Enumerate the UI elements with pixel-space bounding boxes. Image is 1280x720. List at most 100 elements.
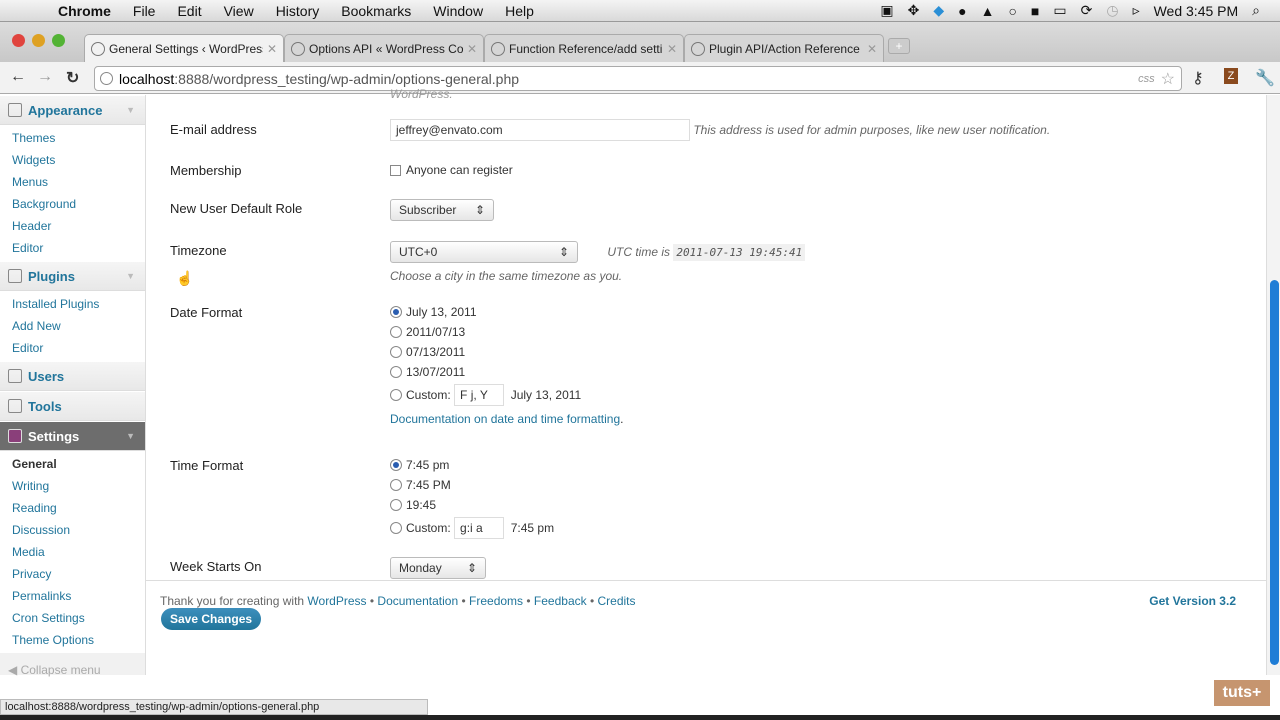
truck-icon[interactable]: ■ [1031, 3, 1039, 19]
feedback-link[interactable]: Feedback [534, 594, 587, 608]
date-format-option[interactable]: 13/07/2011 [390, 362, 623, 382]
key-icon[interactable]: ⚷ [1192, 68, 1204, 88]
zoom-window-icon[interactable] [52, 34, 65, 47]
custom-time-input[interactable]: g:i a [454, 517, 505, 539]
extension-icon[interactable]: Z [1224, 68, 1238, 84]
week-starts-select[interactable]: Monday ⇕ [390, 557, 486, 579]
timezone-select[interactable]: UTC+0 ⇕ [390, 241, 578, 263]
chevron-down-icon[interactable]: ▼ [126, 271, 135, 281]
spotlight-icon[interactable]: ⌕ [1252, 2, 1260, 19]
submenu-menus[interactable]: Menus [0, 171, 145, 193]
submenu-background[interactable]: Background [0, 193, 145, 215]
menu-help[interactable]: Help [505, 3, 534, 19]
custom-date-input[interactable]: F j, Y [454, 384, 505, 406]
dropbox-icon[interactable]: ◆ [933, 2, 944, 19]
submenu-general[interactable]: General [0, 453, 145, 475]
css-extension-badge[interactable]: css [1138, 73, 1155, 85]
submenu-plugin-editor[interactable]: Editor [0, 337, 145, 359]
submenu-discussion[interactable]: Discussion [0, 519, 145, 541]
menu-view[interactable]: View [224, 3, 254, 19]
tab-function-reference[interactable]: Function Reference/add settings ✕ [484, 34, 684, 62]
radio-button[interactable] [390, 499, 402, 511]
radio-button[interactable] [390, 326, 402, 338]
address-bar[interactable]: localhost:8888/wordpress_testing/wp-admi… [94, 66, 1182, 91]
close-window-icon[interactable] [12, 34, 25, 47]
radio-button[interactable] [390, 479, 402, 491]
chevron-down-icon[interactable]: ▼ [126, 105, 135, 115]
close-tab-icon[interactable]: ✕ [267, 42, 277, 56]
time-format-option[interactable]: 7:45 pm [390, 455, 554, 475]
menu-file[interactable]: File [133, 3, 156, 19]
menu-settings[interactable]: Settings ▼ [0, 421, 145, 451]
radio-button[interactable] [390, 366, 402, 378]
close-tab-icon[interactable]: ✕ [867, 42, 877, 56]
menu-plugins[interactable]: Plugins ▼ [0, 261, 145, 291]
get-version-link[interactable]: Get Version 3.2 [1149, 594, 1236, 608]
menu-appearance[interactable]: Appearance ▼ [0, 95, 145, 125]
sync-icon[interactable]: ⟳ [1081, 2, 1093, 19]
radio-button[interactable] [390, 306, 402, 318]
clock[interactable]: Wed 3:45 PM [1154, 3, 1239, 19]
tab-options-api[interactable]: Options API « WordPress Codex ✕ [284, 34, 484, 62]
camera-icon[interactable]: ▣ [880, 2, 893, 19]
anyone-can-register-checkbox[interactable] [390, 164, 401, 176]
radio-button[interactable] [390, 459, 402, 471]
submenu-reading[interactable]: Reading [0, 497, 145, 519]
date-format-option[interactable]: July 13, 2011 [390, 302, 623, 322]
credits-link[interactable]: Credits [598, 594, 636, 608]
date-format-custom[interactable]: Custom: F j, Y July 13, 2011 [390, 382, 623, 408]
volume-icon[interactable]: ▹ [1133, 2, 1140, 19]
menu-edit[interactable]: Edit [177, 3, 201, 19]
submenu-widgets[interactable]: Widgets [0, 149, 145, 171]
status-icon[interactable]: ● [958, 3, 966, 19]
submenu-writing[interactable]: Writing [0, 475, 145, 497]
submenu-editor[interactable]: Editor [0, 237, 145, 259]
back-icon[interactable]: ← [10, 68, 26, 86]
submenu-cron-settings[interactable]: Cron Settings [0, 607, 145, 629]
submenu-themes[interactable]: Themes [0, 127, 145, 149]
radio-button[interactable] [390, 346, 402, 358]
chevron-down-icon[interactable]: ▼ [126, 431, 135, 441]
date-format-option[interactable]: 2011/07/13 [390, 322, 623, 342]
email-input[interactable]: jeffrey@envato.com [390, 119, 690, 141]
move-icon[interactable]: ✥ [908, 2, 920, 19]
menu-bookmarks[interactable]: Bookmarks [341, 3, 411, 19]
close-tab-icon[interactable]: ✕ [667, 42, 677, 56]
date-format-option[interactable]: 07/13/2011 [390, 342, 623, 362]
collapse-menu[interactable]: ◀ Collapse menu [0, 653, 145, 687]
wordpress-link[interactable]: WordPress [307, 594, 366, 608]
reload-icon[interactable]: ↻ [66, 68, 79, 88]
time-format-option[interactable]: 7:45 PM [390, 475, 554, 495]
submenu-header[interactable]: Header [0, 215, 145, 237]
menu-tools[interactable]: Tools [0, 391, 145, 421]
submenu-installed-plugins[interactable]: Installed Plugins [0, 293, 145, 315]
display-icon[interactable]: ▭ [1053, 2, 1066, 19]
scrollbar-thumb[interactable] [1270, 280, 1279, 665]
close-tab-icon[interactable]: ✕ [467, 42, 477, 56]
radio-button[interactable] [390, 389, 402, 401]
date-docs-link[interactable]: Documentation on date and time formattin… [390, 412, 620, 426]
radio-button[interactable] [390, 522, 402, 534]
tab-plugin-api[interactable]: Plugin API/Action Reference ✕ [684, 34, 884, 62]
minimize-window-icon[interactable] [32, 34, 45, 47]
submenu-media[interactable]: Media [0, 541, 145, 563]
submenu-permalinks[interactable]: Permalinks [0, 585, 145, 607]
menu-window[interactable]: Window [433, 3, 483, 19]
new-tab-button[interactable]: + [888, 38, 910, 54]
documentation-link[interactable]: Documentation [377, 594, 458, 608]
submenu-theme-options[interactable]: Theme Options [0, 629, 145, 651]
menu-chrome[interactable]: Chrome [58, 3, 111, 19]
submenu-privacy[interactable]: Privacy [0, 563, 145, 585]
time-format-custom[interactable]: Custom: g:i a 7:45 pm [390, 515, 554, 541]
default-role-select[interactable]: Subscriber ⇕ [390, 199, 494, 221]
spinner-icon[interactable]: ○ [1008, 3, 1016, 19]
bookmark-star-icon[interactable]: ☆ [1161, 69, 1175, 89]
forward-icon[interactable]: → [37, 68, 53, 86]
bell-icon[interactable]: ▲ [981, 3, 995, 19]
menu-history[interactable]: History [276, 3, 320, 19]
freedoms-link[interactable]: Freedoms [469, 594, 523, 608]
tab-general-settings[interactable]: General Settings ‹ WordPress ✕ [84, 34, 284, 62]
time-machine-icon[interactable]: ◷ [1106, 2, 1118, 19]
wrench-icon[interactable]: 🔧 [1255, 68, 1275, 88]
menu-users[interactable]: Users [0, 361, 145, 391]
